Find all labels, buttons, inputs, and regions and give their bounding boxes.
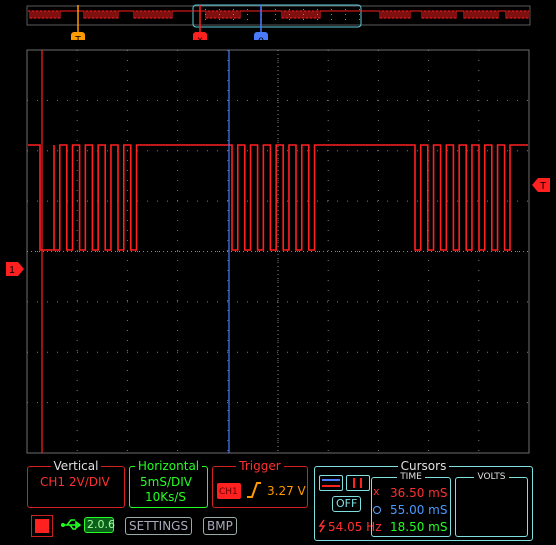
oscilloscope-display[interactable]: 1 T — [0, 40, 556, 458]
overview-grid-dot — [317, 19, 318, 20]
waveform-overview-bar[interactable]: T x o — [0, 0, 556, 40]
overview-grid-dot — [359, 9, 360, 10]
overview-grid-dot — [275, 14, 276, 15]
horizontal-panel[interactable]: Horizontal 5mS/DIV 10Ks/S — [129, 459, 208, 508]
cursor-b-time-value: 55.00 mS — [390, 503, 448, 517]
cursors-volts-title: VOLTS — [474, 472, 509, 482]
overview-grid-dot — [331, 9, 332, 10]
overview-grid-dot — [233, 14, 234, 15]
rising-edge-icon[interactable] — [246, 481, 262, 499]
vertical-title: Vertical — [50, 459, 102, 473]
frequency-icon — [318, 519, 326, 533]
cursor-a-time-value: 36.50 mS — [390, 486, 448, 500]
overview-waveform — [28, 9, 529, 20]
overview-grid-dot — [275, 19, 276, 20]
cursor-delta-time-value: 18.50 mS — [390, 520, 448, 534]
settings-button[interactable]: SETTINGS — [125, 517, 193, 535]
cursors-time-title: TIME — [397, 472, 425, 482]
overview-grid-dot — [247, 14, 248, 15]
horizontal-title: Horizontal — [134, 459, 203, 473]
vertical-cursor-mode-icon[interactable] — [346, 475, 370, 491]
horizontal-cursor-mode-icon[interactable] — [319, 475, 343, 491]
cursor-a-symbol: x — [373, 485, 380, 498]
overview-grid-dot — [303, 14, 304, 15]
overview-grid-dot — [219, 9, 220, 10]
cursor-b-symbol-icon — [373, 506, 381, 514]
overview-grid-dot — [345, 14, 346, 15]
overview-grid-dot — [205, 14, 206, 15]
overview-grid-dot — [247, 19, 248, 20]
trigger-level-marker-label: T — [540, 181, 546, 192]
overview-grid-dot — [359, 19, 360, 20]
overview-grid-dot — [233, 9, 234, 10]
overview-grid-dot — [303, 19, 304, 20]
trigger-level-value: 3.27 V — [267, 484, 306, 498]
overview-grid-dot — [233, 19, 234, 20]
horizontal-timebase: 5mS/DIV — [140, 475, 192, 489]
overview-grid-dot — [345, 19, 346, 20]
overview-grid-dot — [205, 9, 206, 10]
overview-waveform-trace — [28, 10, 529, 19]
bmp-button[interactable]: BMP — [203, 517, 237, 535]
vertical-scale-value: CH1 2V/DIV — [40, 475, 110, 489]
overview-grid-dot — [219, 14, 220, 15]
channel-1-level-marker-label: 1 — [9, 265, 15, 276]
overview-grid-dot — [303, 9, 304, 10]
overview-grid-dot — [345, 9, 346, 10]
overview-grid-dot — [289, 19, 290, 20]
overview-grid-dot — [331, 19, 332, 20]
vertical-panel[interactable]: Vertical CH1 2V/DIV — [27, 459, 125, 508]
overview-grid-dot — [317, 14, 318, 15]
trigger-panel[interactable]: Trigger CH1 3.27 V — [212, 459, 308, 508]
cursors-off-button[interactable]: OFF — [332, 496, 362, 512]
graticule-grid — [27, 50, 529, 453]
stop-icon — [35, 519, 49, 533]
overview-grid-dot — [289, 14, 290, 15]
overview-grid-dot — [359, 14, 360, 15]
usb-version-label: 2.0.6 — [87, 518, 115, 531]
overview-grid-dot — [205, 19, 206, 20]
overview-grid-dot — [219, 19, 220, 20]
horizontal-sample-rate: 10Ks/S — [145, 490, 187, 504]
trigger-title: Trigger — [236, 459, 284, 473]
overview-grid-dot — [275, 9, 276, 10]
overview-grid-dot — [247, 9, 248, 10]
overview-grid-dot — [317, 9, 318, 10]
run-stop-button[interactable] — [31, 515, 53, 537]
usb-icon — [61, 519, 82, 530]
cursors-volts-box: VOLTS — [455, 472, 528, 537]
overview-grid-dot — [331, 14, 332, 15]
overview-grid-dot — [289, 9, 290, 10]
cursors-panel[interactable]: Cursors OFF 54.05 Hz TIME x 36.50 mS 55.… — [314, 459, 533, 541]
trigger-source-label: CH1 — [219, 487, 238, 497]
